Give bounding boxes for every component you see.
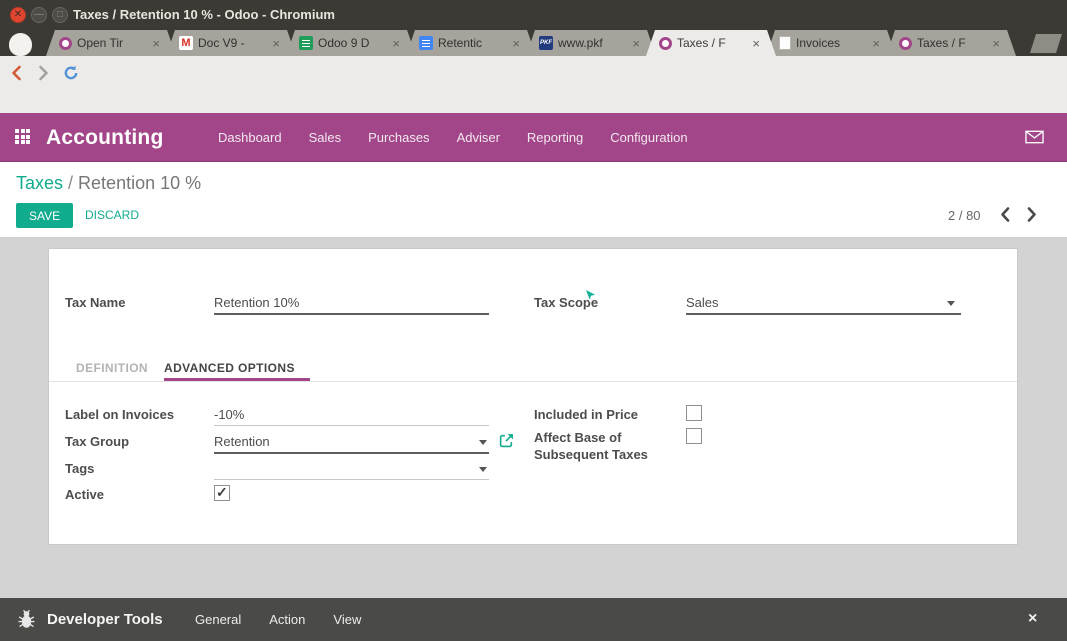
minimize-icon: —	[32, 8, 46, 21]
menu-adviser[interactable]: Adviser	[457, 130, 500, 145]
tab-close-icon[interactable]: ×	[632, 37, 640, 50]
page-icon	[779, 36, 791, 50]
affect-base-label: Affect Base of	[534, 430, 621, 445]
browser-tab[interactable]: Open Tir ×	[46, 30, 176, 56]
browser-tab[interactable]: M Doc V9 - ×	[166, 30, 296, 56]
back-arrow-icon	[8, 64, 26, 82]
odoo-icon	[59, 37, 72, 50]
tax-name-input[interactable]: Retention 10%	[214, 295, 299, 310]
browser-tab[interactable]: Invoices ×	[766, 30, 896, 56]
mouse-cursor	[584, 288, 597, 303]
included-in-price-checkbox[interactable]	[686, 405, 702, 421]
tab-close-icon[interactable]: ×	[512, 37, 520, 50]
devtools-menu-general[interactable]: General	[195, 612, 241, 627]
forward-button[interactable]	[32, 62, 54, 84]
included-in-price-label: Included in Price	[534, 407, 638, 422]
active-checkbox[interactable]	[214, 485, 230, 501]
window-title: Taxes / Retention 10 % - Odoo - Chromium	[73, 0, 335, 30]
window-titlebar: ✕ — □ Taxes / Retention 10 % - Odoo - Ch…	[0, 0, 1067, 30]
gmail-icon: M	[179, 36, 193, 50]
tab-definition[interactable]: DEFINITION	[76, 361, 148, 375]
browser-tab[interactable]: Taxes / F ×	[886, 30, 1016, 56]
affect-base-label-line2: Subsequent Taxes	[534, 447, 648, 462]
tab-advanced-options[interactable]: ADVANCED OPTIONS	[164, 361, 295, 375]
app-name[interactable]: Accounting	[46, 113, 164, 162]
tab-close-icon[interactable]: ×	[272, 37, 280, 50]
window-maximize-button[interactable]: □	[52, 7, 68, 23]
window-minimize-button[interactable]: —	[31, 7, 47, 23]
form-sheet: Tax Name Retention 10% Tax Scope Sales D…	[48, 248, 1018, 545]
bug-icon	[16, 609, 37, 630]
label-on-invoices-label: Label on Invoices	[65, 407, 174, 422]
control-panel: Taxes / Retention 10 % SAVE DISCARD 2 / …	[0, 162, 1067, 238]
menu-configuration[interactable]: Configuration	[610, 130, 687, 145]
odoo-icon	[659, 37, 672, 50]
tax-name-label: Tax Name	[65, 295, 125, 310]
browser-tab[interactable]: Retentic ×	[406, 30, 536, 56]
chevron-down-icon[interactable]	[479, 467, 487, 472]
tax-scope-select[interactable]: Sales	[686, 295, 719, 310]
devtools-menu-action[interactable]: Action	[269, 612, 305, 627]
devtools-bar: Developer Tools General Action View ×	[0, 598, 1067, 641]
menu-dashboard[interactable]: Dashboard	[218, 130, 282, 145]
back-button[interactable]	[6, 62, 28, 84]
chevron-left-icon[interactable]	[999, 206, 1011, 223]
tab-close-icon[interactable]: ×	[152, 37, 160, 50]
window-close-button[interactable]: ✕	[10, 7, 26, 23]
browser-tabstrip: Open Tir × M Doc V9 - × Odoo 9 D × Reten…	[0, 30, 1067, 56]
tab-close-icon[interactable]: ×	[992, 37, 1000, 50]
save-button[interactable]: SAVE	[16, 203, 73, 228]
menu-reporting[interactable]: Reporting	[527, 130, 583, 145]
forward-arrow-icon	[34, 64, 52, 82]
breadcrumb-current: Retention 10 %	[78, 173, 201, 193]
browser-tab-active[interactable]: Taxes / F ×	[646, 30, 776, 56]
browser-tab[interactable]: Odoo 9 D ×	[286, 30, 416, 56]
odoo-icon	[899, 37, 912, 50]
active-label: Active	[65, 487, 104, 502]
tax-group-label: Tax Group	[65, 434, 129, 449]
label-on-invoices-input[interactable]: -10%	[214, 407, 244, 422]
menu-sales[interactable]: Sales	[309, 130, 342, 145]
browser-tab[interactable]: PKF www.pkf ×	[526, 30, 656, 56]
reload-button[interactable]	[60, 62, 82, 84]
breadcrumb: Taxes / Retention 10 %	[16, 173, 201, 194]
envelope-icon[interactable]	[1025, 130, 1044, 144]
new-tab-button[interactable]	[1030, 34, 1062, 53]
browser-toolbar: localhost:8069/web?debug#id=438&view_typ…	[0, 56, 1067, 113]
apps-grid-icon[interactable]	[15, 129, 30, 144]
reload-icon	[62, 64, 80, 82]
pager-value: 2 / 80	[948, 208, 981, 223]
tab-close-icon[interactable]: ×	[752, 37, 760, 50]
tab-close-icon[interactable]: ×	[392, 37, 400, 50]
discard-button[interactable]: DISCARD	[85, 203, 139, 228]
affect-base-checkbox[interactable]	[686, 428, 702, 444]
breadcrumb-taxes-link[interactable]: Taxes	[16, 173, 63, 193]
devtools-menu-view[interactable]: View	[333, 612, 361, 627]
maximize-icon: □	[53, 8, 67, 21]
tags-label: Tags	[65, 461, 94, 476]
odoo-navbar: Accounting Dashboard Sales Purchases Adv…	[0, 113, 1067, 162]
tax-group-select[interactable]: Retention	[214, 434, 270, 449]
devtools-close-button[interactable]: ×	[1028, 598, 1037, 639]
chevron-down-icon[interactable]	[947, 301, 955, 306]
close-icon: ✕	[11, 8, 25, 21]
devtools-title: Developer Tools	[47, 598, 163, 641]
external-link-icon[interactable]	[499, 433, 514, 448]
docs-icon	[419, 36, 433, 50]
chevron-down-icon[interactable]	[479, 440, 487, 445]
chevron-right-icon[interactable]	[1026, 206, 1038, 223]
pkf-icon: PKF	[539, 36, 553, 50]
menu-purchases[interactable]: Purchases	[368, 130, 429, 145]
sheets-icon	[299, 36, 313, 50]
tab-close-icon[interactable]: ×	[872, 37, 880, 50]
person-icon[interactable]	[9, 33, 32, 56]
